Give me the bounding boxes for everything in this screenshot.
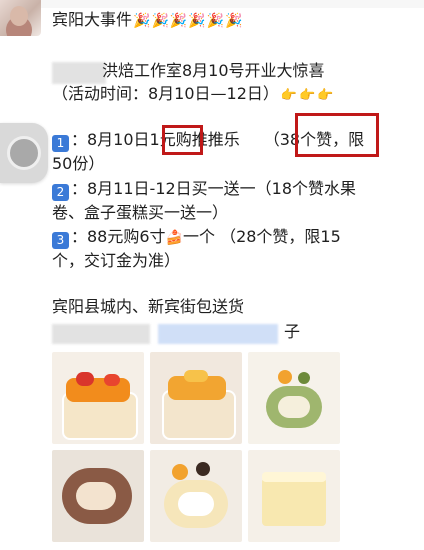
contact-suffix: 子 xyxy=(284,322,301,341)
photo-cake-1[interactable] xyxy=(52,352,144,444)
opening-text: 洪焙工作室8月10号开业大惊喜 xyxy=(102,61,325,80)
promo-item-2-text-cont: 卷、盒子蛋糕买一送一） xyxy=(52,203,229,222)
party-popper-icon: 🎉 xyxy=(151,13,169,29)
avatar[interactable] xyxy=(0,0,41,36)
promo-item-2-cont: 卷、盒子蛋糕买一送一） xyxy=(52,201,228,225)
party-popper-icon: 🎉 xyxy=(169,13,188,29)
party-popper-icon: 🎉 xyxy=(133,13,151,29)
promo-item-3-text-b: 一个 （28个赞，限15 xyxy=(182,227,341,246)
number-badge: 2 xyxy=(52,184,69,201)
pointing-right-icon: 👉 xyxy=(317,88,334,103)
number-badge: 3 xyxy=(52,232,69,249)
post-title: 宾阳大事件🎉🎉🎉🎉🎉🎉 xyxy=(52,8,243,33)
opening-line: 洪焙工作室8月10号开业大惊喜 xyxy=(102,59,325,83)
pointing-right-icon: 👉 xyxy=(280,88,298,103)
promo-item-2: 2 ：8月11日-12日买一送一（18个赞水果 xyxy=(52,177,356,201)
price-highlight-box xyxy=(162,125,203,155)
post-title-text: 宾阳大事件 xyxy=(52,10,133,29)
photo-cake-3[interactable] xyxy=(248,352,340,444)
likes-highlight-box xyxy=(295,113,379,157)
pointing-right-icon: 👉 xyxy=(299,88,316,103)
party-popper-icon: 🎉 xyxy=(225,13,243,29)
activity-time-text: （活动时间：8月10日—12日） xyxy=(52,84,279,103)
delivery-line: 宾阳县城内、新宾街包送货 xyxy=(52,295,244,319)
promo-item-3: 3 ：88元购6寸🍰一个 （28个赞，限15 xyxy=(52,225,341,250)
promo-item-1-date: ：8月10日 xyxy=(71,130,150,149)
number-badge: 1 xyxy=(52,135,69,152)
blurred-phone xyxy=(158,324,278,344)
top-strip xyxy=(0,0,424,8)
photo-cake-6[interactable] xyxy=(248,450,340,542)
assistive-touch-button[interactable] xyxy=(0,123,48,183)
photo-cake-2[interactable] xyxy=(150,352,242,444)
party-popper-icon: 🎉 xyxy=(206,13,225,29)
promo-item-1-cont: 50份） xyxy=(52,152,104,176)
blurred-contact xyxy=(52,324,150,344)
contact-line-end: 子 xyxy=(284,320,300,344)
party-popper-icon: 🎉 xyxy=(188,13,206,29)
promo-item-3-text: ：88元购6寸 xyxy=(71,227,166,246)
promo-item-3-cont: 个，交订金为准） xyxy=(52,249,180,273)
photo-cake-5[interactable] xyxy=(150,450,242,542)
cake-slice-icon: 🍰 xyxy=(165,230,183,246)
photo-cake-4[interactable] xyxy=(52,450,144,542)
promo-item-1-quantity: 50份） xyxy=(52,154,105,173)
assistive-touch-icon xyxy=(7,136,41,170)
blurred-text xyxy=(52,62,106,84)
activity-time-line: （活动时间：8月10日—12日） 👉 👉 👉 xyxy=(52,82,333,108)
delivery-text: 宾阳县城内、新宾街包送货 xyxy=(52,297,245,316)
promo-item-2-text: ：8月11日-12日买一送一（18个赞水果 xyxy=(71,179,357,198)
promo-item-3-text-cont: 个，交订金为准） xyxy=(52,251,181,270)
